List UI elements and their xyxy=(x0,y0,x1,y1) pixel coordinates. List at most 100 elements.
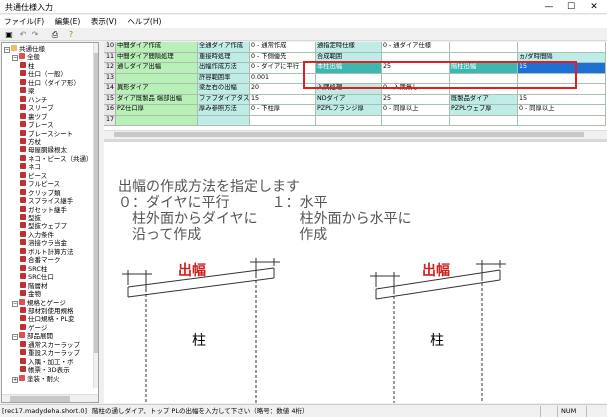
item-icon xyxy=(20,239,26,246)
tree-item-label: 階層材 xyxy=(28,281,48,290)
grid-value-cell[interactable] xyxy=(518,42,606,53)
item-icon xyxy=(20,171,26,178)
row-number: 14 xyxy=(104,84,116,95)
diagram-plate-bottom-2 xyxy=(375,279,501,300)
help-icon[interactable]: ? xyxy=(66,30,76,40)
tree-item-label: フルピース xyxy=(28,180,61,189)
menu-edit[interactable]: 編集(E) xyxy=(51,15,85,28)
tree-vscroll-thumb[interactable] xyxy=(94,53,98,353)
diagram-horizontal xyxy=(370,260,506,403)
tree-item-label: ネコ・ピース（共通） xyxy=(28,154,92,163)
grid-label-cell: 許容範囲率 xyxy=(198,73,250,84)
item-icon xyxy=(20,121,26,128)
folder-icon xyxy=(19,374,25,381)
tree-item-label: 通常スカーラップ xyxy=(28,340,80,349)
diagram-label-column-1: 柱 xyxy=(192,333,206,349)
item-icon xyxy=(20,112,26,119)
grid-value-cell[interactable] xyxy=(382,115,450,126)
grid-value-cell[interactable] xyxy=(450,115,518,126)
tree-vertical-scrollbar[interactable] xyxy=(93,43,98,388)
grid-label-cell: ダイア既製品 端部出幅 xyxy=(116,94,198,105)
tree-expander-icon[interactable]: − xyxy=(12,55,18,62)
tree-item-label: スリーブ xyxy=(28,104,54,113)
item-icon xyxy=(20,180,26,187)
redo-icon[interactable]: ↷ xyxy=(30,30,40,40)
tree-item-label: 方杖 xyxy=(28,137,41,146)
tree-item-label: クリップ類 xyxy=(28,188,61,197)
item-icon xyxy=(20,154,26,161)
menu-view[interactable]: 表示(V) xyxy=(87,15,121,28)
item-icon xyxy=(20,357,26,364)
grid-value-cell[interactable]: 15 xyxy=(518,94,606,105)
application-window: 共通仕様入力 — ☐ ✕ ファイル(F) 編集(E) 表示(V) ヘルプ(H) … xyxy=(0,0,607,417)
grid-value-cell[interactable]: 15 xyxy=(250,94,316,105)
tree-item-label: ガセット継手 xyxy=(28,205,67,214)
item-icon xyxy=(20,163,26,170)
tree-expander-icon[interactable]: + xyxy=(12,376,18,383)
grid-value-cell[interactable] xyxy=(316,115,382,126)
minimize-button[interactable]: — xyxy=(539,0,559,14)
undo-icon[interactable]: ↶ xyxy=(18,30,28,40)
maximize-button[interactable]: ☐ xyxy=(561,0,581,14)
tree-item-label: 型抜 xyxy=(28,214,41,222)
tree-expander-icon[interactable]: − xyxy=(4,47,10,53)
grid-value-cell[interactable] xyxy=(250,115,316,126)
status-cell-3 xyxy=(586,406,606,417)
title-bar: 共通仕様入力 — ☐ ✕ xyxy=(0,0,607,14)
print-icon[interactable]: ⎙ xyxy=(50,30,60,40)
tree-item-label: 重設スカーラップ xyxy=(28,349,80,358)
grid-label-cell: PZPLウェブ厚 xyxy=(450,105,518,116)
grid-label-cell: 出幅作成方法 xyxy=(198,63,250,74)
item-icon xyxy=(20,87,26,94)
grid-horizontal-scrollbar[interactable] xyxy=(104,130,607,138)
folder-icon xyxy=(19,298,25,305)
grid-value-cell[interactable]: 0 - 通常作成 xyxy=(250,42,316,53)
tree-item-label: 仕口（一般） xyxy=(28,70,67,79)
tree-item-label: 溶接ウラ当金 xyxy=(28,239,67,248)
item-icon xyxy=(20,340,26,347)
diagram-label-width-1: 出幅 xyxy=(178,262,206,279)
item-icon xyxy=(20,95,26,102)
help-panel: 出幅の作成方法を指定します ０：ダイヤに平行 １：水平 柱外面からダイヤに 柱外… xyxy=(104,142,607,403)
grid-label-cell: 中間ダイア作成 xyxy=(116,42,198,53)
item-icon xyxy=(20,70,26,77)
item-icon xyxy=(20,222,26,229)
grid-value-cell[interactable]: 25 xyxy=(382,94,450,105)
grid-value-cell[interactable] xyxy=(518,115,606,126)
tree-item-label: スプライス継手 xyxy=(28,197,74,206)
item-icon xyxy=(20,104,26,111)
menu-file[interactable]: ファイル(F) xyxy=(0,15,48,28)
tree-expander-icon[interactable]: − xyxy=(12,334,18,341)
tree-expander-icon[interactable]: − xyxy=(12,300,18,307)
grid-value-cell[interactable]: 0 - 同厚以上 xyxy=(382,105,450,116)
row-number: 15 xyxy=(104,94,116,105)
item-icon xyxy=(20,366,26,373)
tree-item-label: 塗装・耐火 xyxy=(27,374,60,383)
item-icon xyxy=(20,78,26,85)
tree-horizontal-scrollbar[interactable] xyxy=(2,394,98,402)
grid-value-cell[interactable]: 0 - 通ダイア仕様 xyxy=(382,42,450,53)
grid-value-cell[interactable]: 0 - 同厚以上 xyxy=(518,105,606,116)
grid-value-cell[interactable]: 0 - 下柱厚 xyxy=(250,105,316,116)
tree-item-label: SRC仕口 xyxy=(28,273,54,282)
menu-help[interactable]: ヘルプ(H) xyxy=(123,15,165,28)
close-button[interactable]: ✕ xyxy=(584,0,604,14)
grid-value-cell[interactable] xyxy=(450,42,518,53)
item-icon xyxy=(20,323,26,330)
tree-item-label: 部材別使用規格 xyxy=(28,306,74,315)
tree-item-label: ブレース xyxy=(28,121,54,130)
item-icon xyxy=(20,315,26,322)
save-icon[interactable]: ▣ xyxy=(4,30,14,40)
item-icon xyxy=(20,264,26,271)
tree-hscroll-thumb[interactable] xyxy=(10,396,70,402)
tree-item[interactable]: + 塗装・耐火 xyxy=(12,374,92,384)
grid-label-cell: PZPLフランジ厚 xyxy=(316,105,382,116)
status-num: NUM xyxy=(557,406,585,417)
grid-hscroll-thumb[interactable] xyxy=(114,132,584,137)
toolbar: ▣ ↶ ↷ ⎙ ? xyxy=(0,29,607,41)
grid-label-cell: 重接時処理 xyxy=(198,52,250,63)
tree-item-label: ハンチ xyxy=(28,95,48,104)
tree-item-label: 金物 xyxy=(28,290,41,299)
grid-label-cell: 通しダイア出幅 xyxy=(116,63,198,74)
item-icon xyxy=(20,230,26,237)
